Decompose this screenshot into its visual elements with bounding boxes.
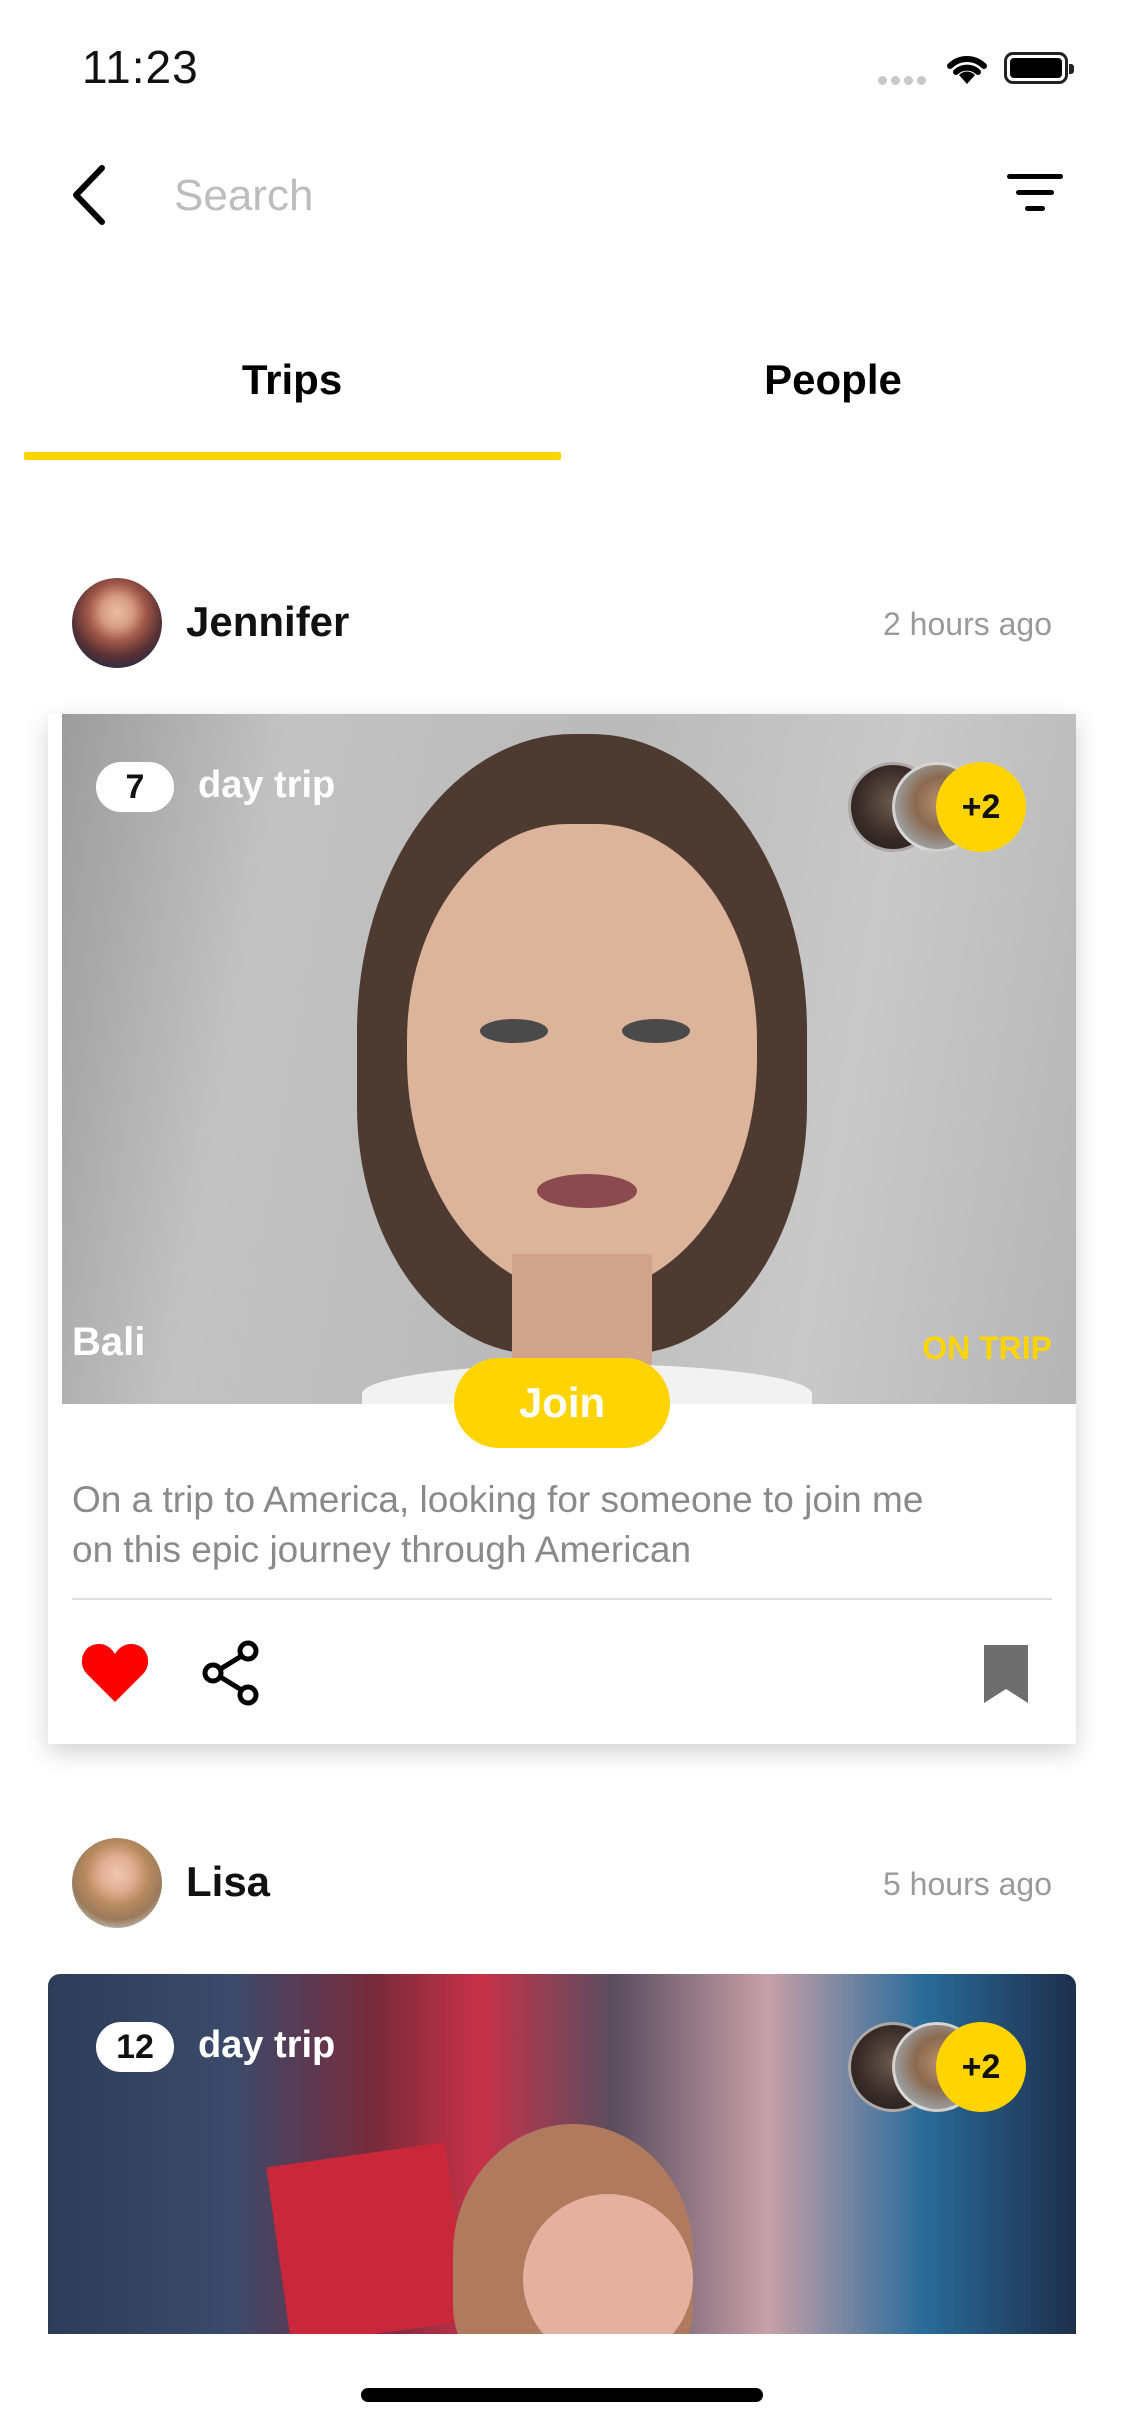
more-companions-badge[interactable]: +2 <box>936 762 1026 852</box>
wifi-icon <box>947 55 987 84</box>
tab-trips[interactable]: Trips <box>12 340 572 420</box>
search-input[interactable] <box>172 160 876 232</box>
post-user-name[interactable]: Lisa <box>186 1858 270 1906</box>
trip-days-label: day trip <box>198 2024 336 2066</box>
post-user-name[interactable]: Jennifer <box>186 598 349 646</box>
trip-location: Bali <box>72 1320 146 1364</box>
active-tab-indicator <box>24 452 561 460</box>
more-companions-badge[interactable]: +2 <box>936 2022 1026 2112</box>
avatar-jennifer[interactable] <box>72 578 162 668</box>
trip-description: On a trip to America, looking for someon… <box>72 1479 924 1570</box>
post-timestamp: 5 hours ago <box>882 1866 1052 1902</box>
trip-days-label: day trip <box>198 764 336 806</box>
trip-days-count: 7 <box>96 762 174 812</box>
bottom-safe-area <box>0 2334 1125 2436</box>
heart-icon[interactable] <box>80 1640 150 1704</box>
trip-days-count: 12 <box>96 2022 174 2072</box>
status-time: 11:23 <box>82 41 199 93</box>
battery-icon <box>1004 52 1074 84</box>
share-icon[interactable] <box>200 1640 262 1706</box>
filter-icon[interactable] <box>1005 168 1065 218</box>
post-timestamp: 2 hours ago <box>882 606 1052 642</box>
back-arrow-icon[interactable] <box>66 160 116 230</box>
tab-people[interactable]: People <box>553 340 1113 420</box>
avatar-lisa[interactable] <box>72 1838 162 1928</box>
card-divider <box>72 1598 1052 1600</box>
join-button[interactable]: Join <box>454 1358 670 1448</box>
trip-status-badge: ON TRIP <box>922 1330 1052 1366</box>
bookmark-icon[interactable] <box>984 1645 1028 1703</box>
home-indicator[interactable] <box>361 2388 763 2402</box>
